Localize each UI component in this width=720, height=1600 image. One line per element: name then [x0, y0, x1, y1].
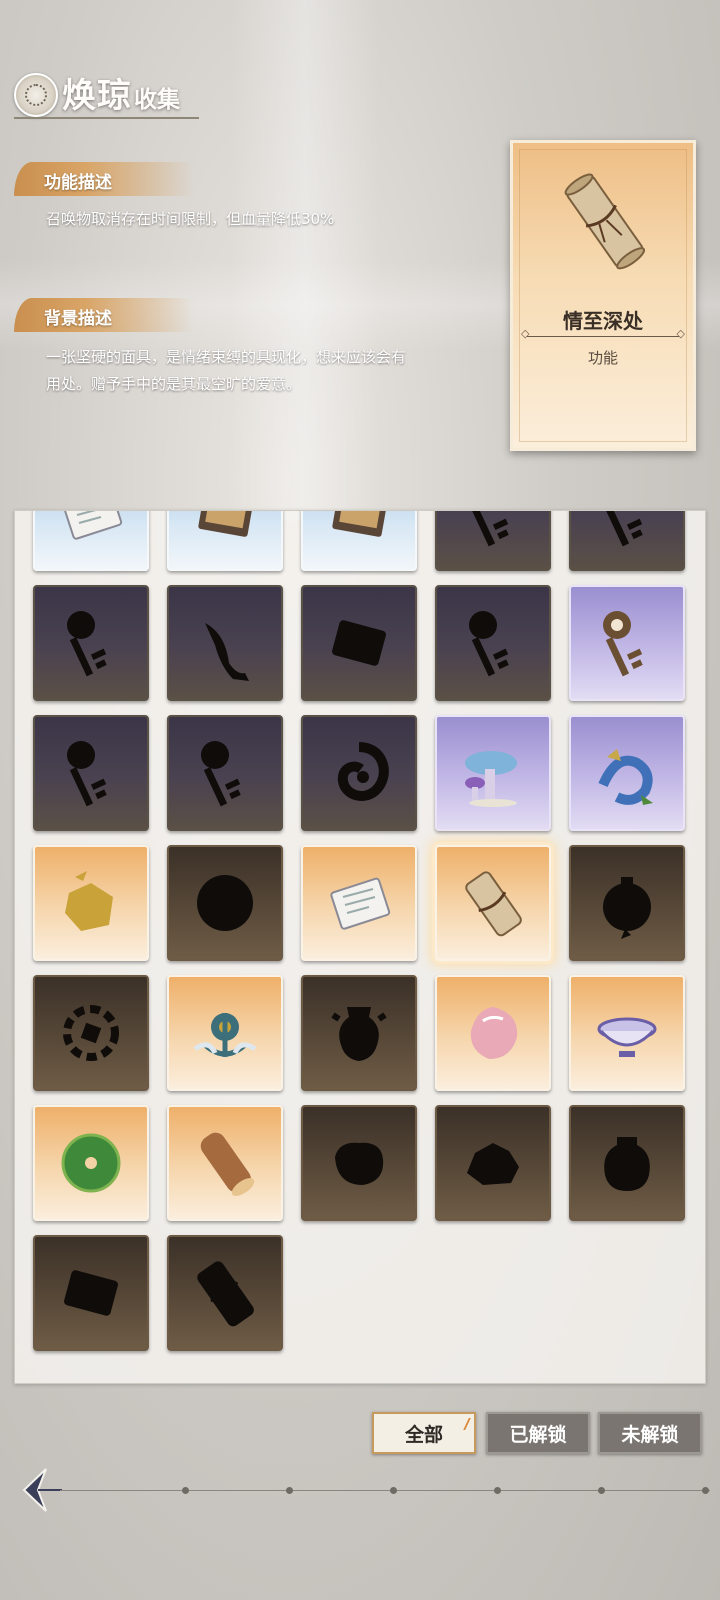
dragon-icon [598, 749, 653, 805]
anchor-icon [193, 1013, 257, 1057]
bottom-divider [60, 1490, 710, 1491]
function-description: 召唤物取消存在时间限制，但血量降低30% [46, 210, 335, 228]
orb-icon [197, 875, 253, 931]
background-heading-label: 背景描述 [44, 309, 112, 329]
filter-unlocked-label: 已解锁 [509, 1423, 567, 1446]
collection-item[interactable] [301, 975, 417, 1091]
mushroom-icon [465, 751, 517, 807]
function-heading-label: 功能描述 [44, 173, 112, 193]
jade-disc-icon [61, 1133, 121, 1193]
rock-icon [335, 1142, 384, 1185]
selected-item-card: 情至深处 功能 [510, 140, 696, 451]
key-icon [605, 511, 643, 547]
active-mark-icon [453, 1418, 471, 1430]
vase-icon [331, 1007, 387, 1061]
title-main: 焕琼 [62, 76, 132, 116]
title-underline [14, 117, 199, 119]
fish-icon [205, 623, 249, 681]
key-icon [603, 611, 643, 677]
collection-item[interactable] [167, 845, 283, 961]
letter-icon [62, 511, 123, 540]
item-name: 情至深处 [563, 309, 643, 333]
background-heading: 背景描述 [14, 298, 194, 332]
scroll-icon [564, 173, 646, 270]
collection-item[interactable] [33, 1105, 149, 1221]
filter-locked-label: 未解锁 [621, 1423, 679, 1446]
collection-item[interactable] [167, 1105, 283, 1221]
jar-icon [604, 1137, 650, 1191]
title-sub: 收集 [134, 87, 180, 113]
name-divider [521, 327, 685, 340]
key-icon [67, 611, 107, 677]
collection-item[interactable] [435, 511, 551, 571]
collection-item[interactable] [569, 511, 685, 571]
collection-item[interactable] [569, 715, 685, 831]
item-type: 功能 [587, 349, 618, 367]
collection-item[interactable] [167, 975, 283, 1091]
collection-item[interactable] [167, 585, 283, 701]
collection-item[interactable] [33, 975, 149, 1091]
letter-icon [330, 877, 391, 930]
divider-dot [598, 1487, 605, 1494]
collection-item[interactable] [569, 1105, 685, 1221]
key-icon [471, 511, 509, 547]
filter-all-label: 全部 [404, 1423, 443, 1446]
bowl-icon [597, 1017, 657, 1057]
collection-item[interactable] [167, 1235, 283, 1351]
collection-item[interactable] [435, 715, 551, 831]
book-icon [198, 511, 254, 537]
collection-item-selected[interactable] [435, 845, 551, 961]
divider-dot [494, 1487, 501, 1494]
key-icon [201, 741, 241, 807]
divider-dot [702, 1487, 709, 1494]
collection-item[interactable] [569, 585, 685, 701]
paper-icon [64, 1270, 118, 1316]
collection-item[interactable] [435, 975, 551, 1091]
bomb-icon [603, 877, 651, 939]
key-icon [67, 741, 107, 807]
swirl-icon [337, 742, 389, 801]
collection-item[interactable] [569, 975, 685, 1091]
collection-item[interactable] [435, 1105, 551, 1221]
collection-item[interactable] [569, 845, 685, 961]
paper-icon [332, 620, 386, 666]
book-icon [332, 511, 388, 537]
collection-item[interactable] [33, 715, 149, 831]
back-arrow-icon[interactable] [18, 1465, 66, 1515]
ore-icon [467, 1143, 519, 1185]
gear-icon [63, 1005, 119, 1061]
scroll-icon [465, 871, 522, 937]
log-icon [200, 1132, 255, 1196]
filter-locked-button[interactable]: 未解锁 [598, 1412, 702, 1454]
collection-item[interactable] [301, 585, 417, 701]
page-title: 焕琼 收集 [14, 68, 180, 117]
filter-unlocked-button[interactable]: 已解锁 [486, 1412, 590, 1454]
key-icon [469, 611, 509, 677]
collection-item[interactable] [301, 845, 417, 961]
collection-item[interactable] [435, 585, 551, 701]
divider-dot [182, 1487, 189, 1494]
collection-item[interactable] [33, 511, 149, 571]
collection-item[interactable] [167, 511, 283, 571]
gold-ore-icon [65, 871, 113, 931]
collection-item[interactable] [301, 1105, 417, 1221]
divider-dot [286, 1487, 293, 1494]
filter-all-button[interactable]: 全部 [372, 1412, 476, 1454]
collection-item[interactable] [33, 845, 149, 961]
collection-item[interactable] [301, 511, 417, 571]
divider-dot [390, 1487, 397, 1494]
scroll-icon [197, 1261, 254, 1327]
function-heading: 功能描述 [14, 162, 194, 196]
collection-item[interactable] [301, 715, 417, 831]
gem-icon [470, 1007, 518, 1059]
collection-grid-panel[interactable] [14, 510, 706, 1384]
collection-item[interactable] [167, 715, 283, 831]
collection-item[interactable] [33, 585, 149, 701]
collection-item[interactable] [33, 1235, 149, 1351]
collection-emblem-icon [14, 73, 58, 117]
background-description: 一张坚硬的面具，是情绪束缚的具现化，想来应该会有用处。赠予手中的是其最空旷的爱意… [46, 348, 407, 393]
